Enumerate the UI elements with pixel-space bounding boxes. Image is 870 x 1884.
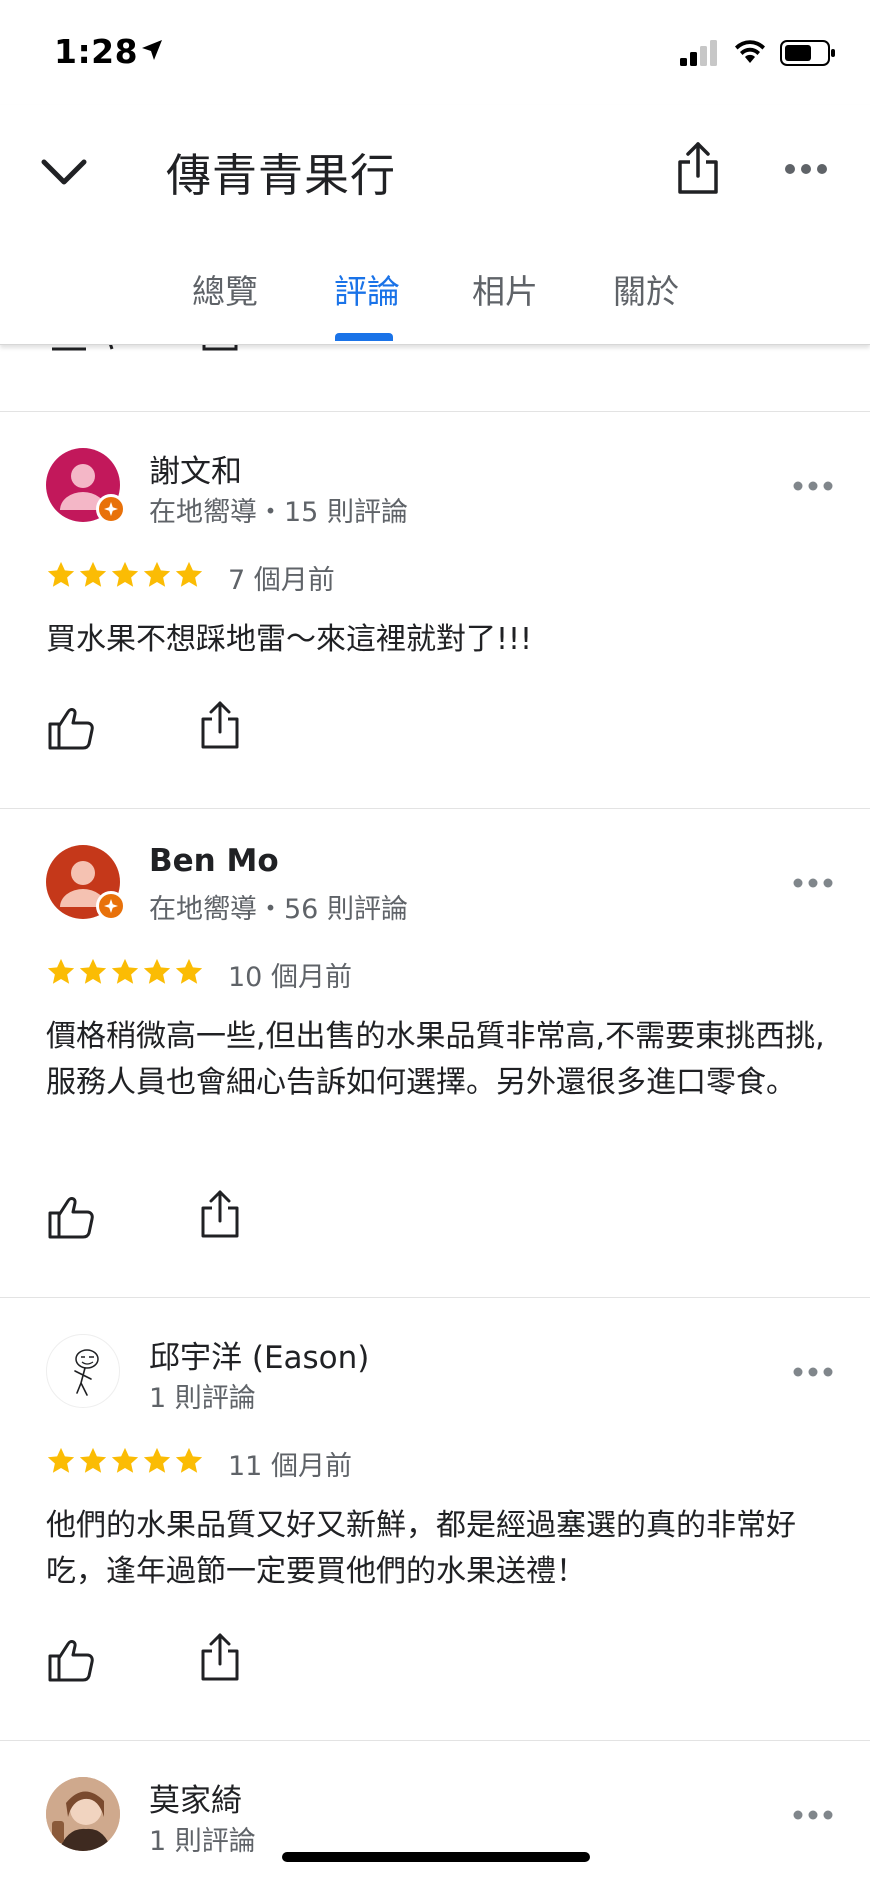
star-rating	[46, 1446, 204, 1476]
review-card: Ben Mo 在地嚮導・56 則評論 10 個月前 價格稍微高一些,但出售的水果…	[0, 809, 870, 1297]
review-more-button[interactable]	[790, 474, 836, 498]
tab-about[interactable]: 關於	[601, 265, 691, 345]
star-icon	[111, 561, 139, 587]
more-horizontal-icon	[793, 1810, 833, 1820]
status-bar: 1:28	[0, 0, 870, 105]
reviewer-name[interactable]: 邱宇洋 (Eason)	[149, 1332, 369, 1377]
reviewer-name[interactable]: Ben Mo	[149, 843, 279, 879]
star-icon	[47, 561, 75, 587]
review-more-button[interactable]	[790, 1803, 836, 1827]
active-tab-indicator	[335, 333, 393, 341]
more-horizontal-icon	[793, 481, 833, 491]
star-icon	[143, 561, 171, 587]
status-time: 1:28	[54, 32, 139, 71]
review-text[interactable]: 他們的水果品質又好又新鮮，都是經過塞選的真的非常好吃，逢年過節一定要買他們的水果…	[46, 1503, 836, 1595]
tab-overview[interactable]: 總覽	[180, 265, 270, 345]
reviewer-name[interactable]: 莫家綺	[149, 1775, 242, 1820]
more-horizontal-icon	[793, 1367, 833, 1377]
review-time: 10 個月前	[228, 962, 352, 993]
share-icon[interactable]	[198, 700, 242, 750]
reviewer-meta: 在地嚮導・15 則評論	[149, 497, 408, 528]
more-options-button[interactable]	[776, 149, 836, 189]
place-header: 傳青青果行 總覽 評論 相片 關於	[0, 105, 870, 345]
share-icon[interactable]	[198, 1189, 242, 1239]
thumbs-up-icon[interactable]	[46, 704, 96, 754]
avatar[interactable]	[46, 845, 126, 921]
star-icon	[111, 1447, 139, 1473]
chevron-down-icon	[41, 159, 87, 185]
review-card: 謝文和 在地嚮導・15 則評論 7 個月前 買水果不想踩地雷～來這裡就對了!!!	[0, 412, 870, 808]
tab-bar: 總覽 評論 相片 關於	[0, 255, 870, 345]
avatar[interactable]	[46, 448, 126, 524]
reviewer-meta: 1 則評論	[149, 1383, 256, 1414]
reviewer-meta: 1 則評論	[149, 1826, 256, 1857]
review-more-button[interactable]	[790, 871, 836, 895]
meme-face-avatar-icon	[74, 1349, 99, 1396]
star-icon	[143, 958, 171, 984]
review-time: 11 個月前	[228, 1451, 352, 1482]
star-icon	[79, 958, 107, 984]
wifi-icon	[735, 40, 765, 63]
review-time: 7 個月前	[228, 565, 335, 596]
reviewer-meta: 在地嚮導・56 則評論	[149, 894, 408, 925]
review-card: 邱宇洋 (Eason) 1 則評論 11 個月前 他們的水果品質又好又新鮮，都是…	[0, 1298, 870, 1740]
profile-photo-icon	[46, 1777, 120, 1851]
place-title: 傳青青果行	[166, 149, 397, 202]
battery-icon	[780, 40, 835, 66]
cellular-signal-icon	[680, 40, 717, 66]
review-text[interactable]: 價格稍微高一些,但出售的水果品質非常高,不需要東挑西挑,服務人員也會細心告訴如何…	[46, 1014, 836, 1106]
star-rating	[46, 560, 204, 590]
star-icon	[79, 1447, 107, 1473]
review-text[interactable]: 買水果不想踩地雷～來這裡就對了!!!	[46, 617, 836, 663]
share-icon	[678, 142, 718, 194]
local-guide-badge-icon	[96, 494, 126, 524]
local-guide-badge-icon	[96, 891, 126, 921]
more-horizontal-icon	[785, 164, 827, 174]
thumbs-up-icon[interactable]	[46, 1193, 96, 1243]
more-horizontal-icon	[793, 878, 833, 888]
avatar[interactable]	[46, 1777, 120, 1851]
star-icon	[175, 1447, 203, 1473]
location-arrow-icon	[142, 40, 162, 60]
star-rating	[46, 957, 204, 987]
avatar[interactable]	[46, 1334, 120, 1408]
share-icon[interactable]	[198, 1632, 242, 1682]
tab-photos[interactable]: 相片	[460, 265, 550, 345]
star-icon	[175, 958, 203, 984]
home-indicator[interactable]	[282, 1852, 590, 1862]
review-card: 莫家綺 1 則評論	[0, 1741, 870, 1884]
star-icon	[47, 1447, 75, 1473]
review-more-button[interactable]	[790, 1360, 836, 1384]
thumbs-up-icon[interactable]	[46, 1636, 96, 1686]
collapse-button[interactable]	[36, 145, 92, 201]
star-icon	[143, 1447, 171, 1473]
star-icon	[111, 958, 139, 984]
star-icon	[175, 561, 203, 587]
star-icon	[47, 958, 75, 984]
share-button[interactable]	[668, 133, 728, 203]
star-icon	[79, 561, 107, 587]
reviewer-name[interactable]: 謝文和	[149, 446, 242, 491]
